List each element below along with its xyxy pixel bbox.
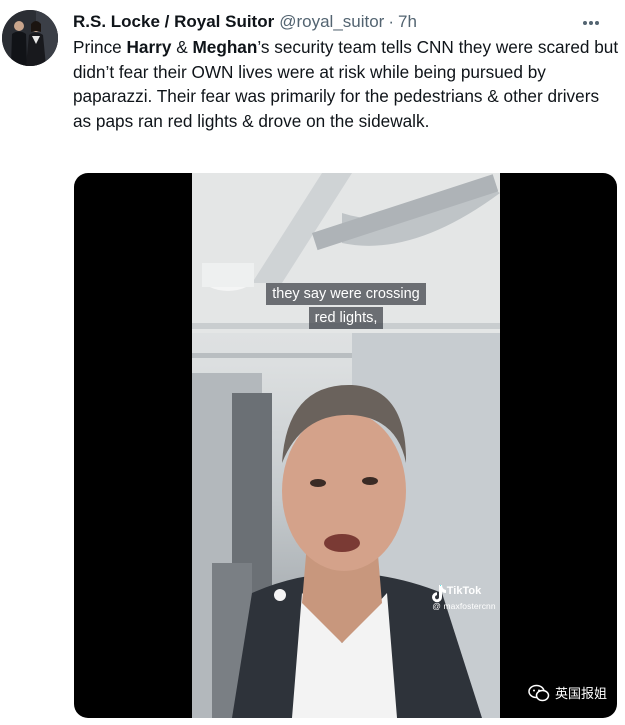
video-caption: they say were crossing red lights, (260, 283, 432, 331)
tweet-header: R.S. Locke / Royal Suitor @royal_suitor … (73, 10, 613, 34)
caption-line: red lights, (308, 307, 384, 329)
watermark-text: 英国报姐 (554, 687, 607, 702)
video-scene-image (192, 173, 500, 718)
wechat-icon (528, 684, 550, 701)
tweet-timestamp[interactable]: 7h (398, 12, 417, 32)
tiktok-logo-icon (432, 585, 446, 603)
video-frame: they say were crossing red lights, TikTo… (192, 173, 500, 718)
tweet-text-segment: Prince (73, 37, 127, 57)
author-handle[interactable]: @royal_suitor (279, 12, 384, 32)
caption-line: they say were crossing (266, 283, 426, 305)
tweet-text-bold-harry: Harry (126, 37, 172, 57)
tweet-text-segment: & (171, 37, 193, 57)
avatar[interactable] (2, 10, 58, 66)
author-display-name[interactable]: R.S. Locke / Royal Suitor (73, 12, 274, 32)
tiktok-watermark: TikTok @ maxfostercnn (428, 583, 500, 611)
tweet-text-bold-meghan: Meghan (192, 37, 258, 57)
tweet-text: Prince Harry & Meghan’s security team te… (73, 35, 621, 133)
video-player[interactable]: they say were crossing red lights, TikTo… (74, 173, 617, 718)
tweet[interactable]: R.S. Locke / Royal Suitor @royal_suitor … (0, 0, 625, 725)
separator-dot: · (388, 12, 395, 31)
source-watermark: 英国报姐 (528, 683, 607, 702)
more-horizontal-icon[interactable] (579, 12, 603, 34)
